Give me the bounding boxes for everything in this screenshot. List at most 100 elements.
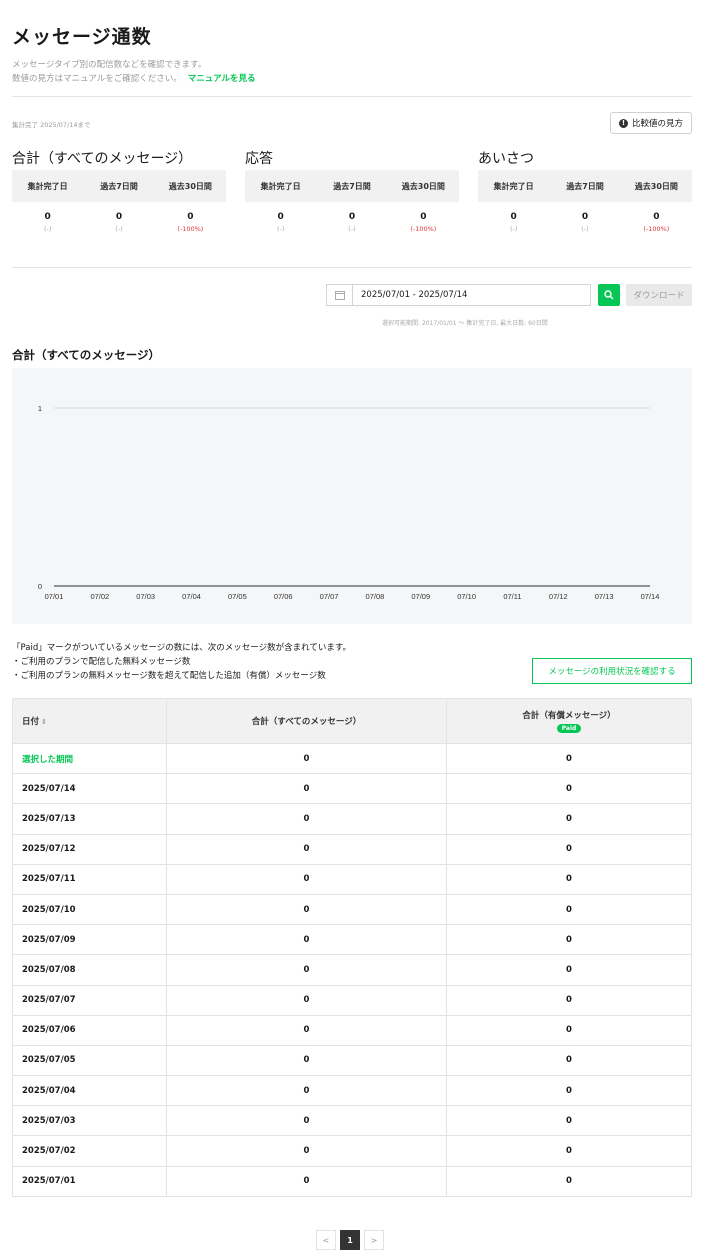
summary-block: 応答 集計完了日 過去7日間 過去30日間 0 (-) 0 (-) 0 (-100%): [245, 148, 459, 233]
search-button[interactable]: [598, 284, 620, 306]
compare-guide-label: 比較値の見方: [631, 119, 683, 129]
summary-block: 合計（すべてのメッセージ） 集計完了日 過去7日間 過去30日間 0 (-) 0 (-) 0 (-…: [12, 148, 226, 233]
table-row: 2025/07/02 0 0: [12, 1135, 692, 1167]
next-page-button[interactable]: >: [364, 1230, 384, 1250]
summary-header-row: 集計完了日 過去7日間 過去30日間: [12, 170, 226, 202]
table-cell: 0: [166, 833, 447, 865]
table-cell: 2025/07/12: [12, 833, 167, 865]
table-cell: 0: [446, 1165, 692, 1197]
table-cell: 0: [446, 803, 692, 835]
summary-cell: 0 (-): [245, 212, 316, 233]
table-cell: 0: [166, 742, 447, 775]
table-cell: 0: [446, 924, 692, 956]
table-cell: 2025/07/14: [12, 773, 167, 805]
table-cell: 0: [166, 863, 447, 895]
compare-guide-button[interactable]: ! 比較値の見方: [609, 112, 692, 134]
date-range-picker[interactable]: 2025/07/01 - 2025/07/14: [326, 284, 591, 306]
x-tick-label: 07/10: [457, 592, 476, 601]
table-cell: 0: [446, 1105, 692, 1137]
table-cell: 2025/07/01: [12, 1165, 167, 1197]
summary-header: 過去30日間: [168, 181, 212, 191]
summary-value: 0: [44, 212, 51, 222]
x-tick-label: 07/01: [45, 592, 64, 601]
table-cell: 0: [446, 893, 692, 926]
summary-header: 過去7日間: [100, 181, 138, 191]
x-tick-label: 07/14: [641, 592, 660, 601]
table-cell: 0: [166, 1165, 447, 1197]
summary-block-title: 応答: [245, 151, 273, 167]
table-row: 2025/07/11 0 0: [12, 863, 692, 895]
manual-link[interactable]: マニュアルを見る: [188, 74, 256, 84]
summary-change: (-): [115, 225, 123, 233]
x-tick-label: 07/13: [595, 592, 614, 601]
table-row: 2025/07/14 0 0: [12, 773, 692, 805]
table-cell: 0: [166, 1075, 447, 1107]
table-cell: 0: [446, 1044, 692, 1077]
summary-value: 0: [581, 212, 589, 222]
x-tick-label: 07/02: [90, 592, 109, 601]
usage-status-button[interactable]: メッセージの利用状況を確認する: [532, 658, 692, 684]
summary-header: 集計完了日: [260, 181, 301, 191]
table-cell: 2025/07/02: [12, 1135, 167, 1167]
table-cell: 2025/07/06: [12, 1014, 167, 1046]
x-tick-label: 07/11: [503, 592, 521, 601]
summary-header: 過去7日間: [566, 181, 604, 191]
table-cell: 0: [166, 893, 447, 926]
table-cell: 0: [446, 833, 692, 865]
table-row: 選択した期間 0 0: [12, 742, 692, 775]
table-row: 2025/07/13 0 0: [12, 803, 692, 835]
table-row: 2025/07/08 0 0: [12, 954, 692, 986]
table-cell: 0: [446, 954, 692, 986]
x-tick-label: 07/07: [320, 592, 339, 601]
summary-header: 集計完了日: [27, 181, 68, 191]
table-row: 2025/07/10 0 0: [12, 893, 692, 926]
summary-change: (-): [43, 225, 52, 233]
summary-header: 集計完了日: [493, 181, 534, 191]
table-row: 2025/07/06 0 0: [12, 1014, 692, 1046]
summary-cell: 0 (-): [83, 212, 154, 233]
summary-cell: 0 (-100%): [155, 212, 226, 233]
calendar-icon[interactable]: [327, 285, 353, 305]
chart-svg: 0 1 07/01 07/02 07/03 07/04 07/05 07/06 07/07 07/…: [38, 404, 660, 601]
page-title: メッセージ通数: [12, 26, 152, 48]
table-cell: 0: [446, 1135, 692, 1167]
table-cell: 2025/07/11: [12, 863, 167, 895]
paid-header-label: 合計（有償メッセージ）: [522, 711, 616, 721]
summary-cell: 0 (-): [478, 212, 549, 233]
summary-block: あいさつ 集計完了日 過去7日間 過去30日間 0 (-) 0 (-) 0 (-100%): [478, 148, 692, 233]
x-tick-label: 07/12: [549, 592, 568, 601]
summary-change: (-100%): [643, 225, 670, 233]
paid-note-line-1: 「Paid」マークがついているメッセージの数には、次のメッセージ数が含まれていま…: [12, 643, 352, 653]
download-button[interactable]: ダウンロード: [626, 284, 692, 306]
table-cell: 0: [166, 984, 447, 1016]
table-cell: 0: [166, 1014, 447, 1046]
table-row: 2025/07/07 0 0: [12, 984, 692, 1016]
table-cell: 2025/07/10: [12, 893, 167, 926]
table-cell: 0: [166, 773, 447, 805]
table-cell: 0: [446, 1014, 692, 1046]
table-cell: 2025/07/03: [12, 1105, 167, 1137]
date-column-header[interactable]: 日付 ⇕: [12, 698, 167, 744]
summary-change: (-): [276, 225, 285, 233]
summary-value: 0: [277, 212, 284, 222]
prev-page-button[interactable]: <: [316, 1230, 336, 1250]
date-range-note: 選択可能期間: 2017/01/01 ～ 集計完了日, 最大日数: 60日間: [382, 320, 548, 327]
table-row: 2025/07/01 0 0: [12, 1165, 692, 1197]
x-tick-label: 07/05: [228, 592, 247, 601]
summary-change: (-): [581, 225, 589, 233]
pagination: < 1 >: [316, 1230, 384, 1250]
table-cell: 0: [166, 1105, 447, 1137]
current-page[interactable]: 1: [340, 1230, 360, 1250]
table-cell: 2025/07/07: [12, 984, 167, 1016]
table-row: 2025/07/05 0 0: [12, 1044, 692, 1077]
table-row: 2025/07/12 0 0: [12, 833, 692, 865]
summary-value: 0: [653, 212, 660, 222]
table-row: 2025/07/04 0 0: [12, 1075, 692, 1107]
x-tick-label: 07/06: [274, 592, 293, 601]
summary-header-row: 集計完了日 過去7日間 過去30日間: [478, 170, 692, 202]
summary-value: 0: [348, 212, 356, 222]
summary-header: 過去30日間: [401, 181, 445, 191]
summary-value: 0: [510, 212, 517, 222]
summary-block-title: あいさつ: [478, 151, 534, 167]
summary-cell: 0 (-100%): [388, 212, 459, 233]
